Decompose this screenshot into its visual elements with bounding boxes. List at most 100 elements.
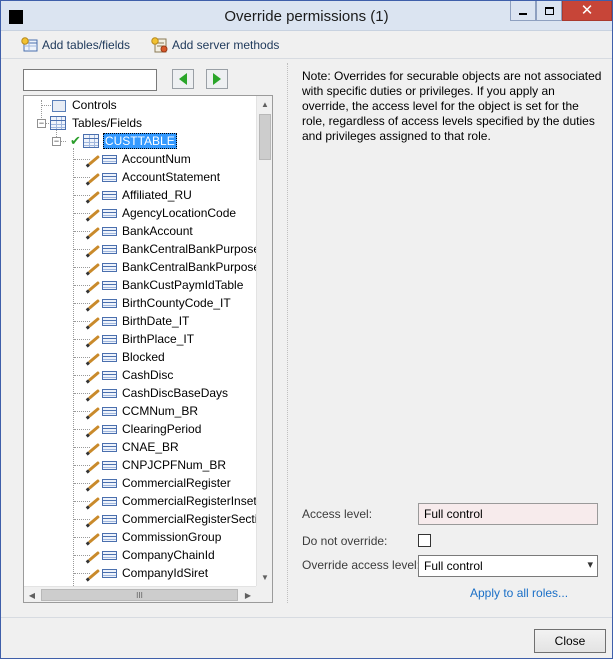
field-icon [88, 242, 118, 256]
tree-node-field[interactable]: CommissionGroup [88, 528, 223, 546]
tree-node-field[interactable]: AgencyLocationCode [88, 204, 238, 222]
field-label: Affiliated_RU [122, 188, 192, 202]
horizontal-scroll-thumb[interactable]: III [41, 589, 238, 601]
field-icon [88, 314, 118, 328]
tree-node-field[interactable]: AccountStatement [88, 168, 222, 186]
tree-node-controls[interactable]: Controls [50, 96, 119, 114]
field-label: CompanyIdSiret [122, 566, 209, 580]
field-icon [88, 350, 118, 364]
field-label: AccountStatement [122, 170, 221, 184]
title-bar: Override permissions (1) ✕ [1, 1, 612, 31]
tree-node-field[interactable]: Affiliated_RU [88, 186, 194, 204]
add-table-icon [21, 37, 39, 53]
field-label: AccountNum [122, 152, 191, 166]
vertical-scroll-thumb[interactable] [259, 114, 271, 160]
collapse-toggle[interactable]: − [52, 137, 61, 146]
close-button[interactable]: Close [534, 629, 606, 653]
tree-node-tables-fields[interactable]: Tables/Fields [50, 114, 144, 132]
field-icon [88, 494, 118, 508]
tree-node-field[interactable]: CommercialRegisterSecti [88, 510, 256, 528]
field-icon [88, 206, 118, 220]
add-server-methods-label: Add server methods [172, 38, 280, 52]
field-label: AgencyLocationCode [122, 206, 237, 220]
field-label: BirthCountyCode_IT [122, 296, 231, 310]
apply-to-all-roles-link[interactable]: Apply to all roles... [470, 586, 568, 600]
add-server-method-icon [151, 37, 169, 53]
tree-node-field[interactable]: CNPJCPFNum_BR [88, 456, 228, 474]
field-label: BankCentralBankPurpose [122, 242, 256, 256]
table-icon [82, 134, 99, 148]
scroll-down-icon[interactable]: ▼ [257, 569, 272, 586]
tree-node-field[interactable]: CommercialRegisterInset [88, 492, 256, 510]
minimize-button[interactable] [510, 1, 536, 21]
tree-node-field[interactable]: CNAE_BR [88, 438, 181, 456]
field-icon [88, 386, 118, 400]
tree-node-field[interactable]: CashDisc [88, 366, 175, 384]
chevron-down-icon: ▾ [587, 559, 593, 571]
tree-node-field[interactable]: CashDiscBaseDays [88, 384, 230, 402]
field-icon [88, 404, 118, 418]
pane-splitter[interactable] [287, 63, 288, 603]
do-not-override-checkbox[interactable] [418, 534, 431, 547]
tree-viewport: − − Controls Tables/Fields ✔ CUSTTABLE A… [24, 96, 256, 586]
scroll-left-icon[interactable]: ◀ [24, 587, 40, 602]
tree-node-field[interactable]: BankCentralBankPurpose [88, 240, 256, 258]
field-icon [88, 296, 118, 310]
field-label: CashDiscBaseDays [122, 386, 229, 400]
override-access-level-label: Override access level: [302, 558, 421, 572]
previous-button[interactable] [172, 69, 194, 89]
window-close-button[interactable]: ✕ [562, 1, 612, 21]
scroll-grip: III [136, 590, 143, 600]
tree-node-field[interactable]: ClearingPeriod [88, 420, 203, 438]
next-button[interactable] [206, 69, 228, 89]
do-not-override-label: Do not override: [302, 534, 388, 548]
arrow-right-icon [213, 73, 221, 85]
tree-node-label: CUSTTABLE [102, 133, 177, 149]
field-label: BirthDate_IT [122, 314, 190, 328]
field-icon [88, 548, 118, 562]
scroll-up-icon[interactable]: ▲ [257, 96, 272, 113]
collapse-toggle[interactable]: − [37, 119, 46, 128]
vertical-scrollbar[interactable]: ▲ ▼ [256, 96, 272, 586]
tree-node-field[interactable]: Blocked [88, 348, 167, 366]
field-label: BankAccount [122, 224, 193, 238]
tree-node-field[interactable]: CompanyIdSiret [88, 564, 210, 582]
field-label: CNPJCPFNum_BR [122, 458, 227, 472]
override-access-level-select[interactable]: Full control ▾ [418, 555, 598, 577]
field-icon [88, 530, 118, 544]
field-label: CompanyChainId [122, 548, 215, 562]
tree-node-field[interactable]: BankAccount [88, 222, 195, 240]
add-server-methods-button[interactable]: Add server methods [151, 36, 279, 54]
override-permissions-window: Override permissions (1) ✕ Add tables/fi… [0, 0, 613, 659]
tree-node-custtable[interactable]: ✔ CUSTTABLE [70, 132, 177, 150]
toolbar-divider [1, 58, 612, 59]
tree-node-field[interactable]: AccountNum [88, 150, 193, 168]
tree-search-input[interactable] [23, 69, 157, 91]
tree-node-field[interactable]: BirthDate_IT [88, 312, 191, 330]
tree-node-label: Controls [72, 98, 117, 112]
tree-node-field[interactable]: CCMNum_BR [88, 402, 200, 420]
field-icon [88, 368, 118, 382]
scrollbar-corner [256, 586, 272, 602]
controls-icon [50, 99, 66, 112]
add-tables-fields-button[interactable]: Add tables/fields [21, 36, 130, 54]
tree-node-field[interactable]: CommercialRegister [88, 474, 233, 492]
securable-objects-tree[interactable]: − − Controls Tables/Fields ✔ CUSTTABLE A… [23, 95, 273, 603]
field-label: CommercialRegisterInset [122, 494, 256, 508]
tree-node-field[interactable]: BirthPlace_IT [88, 330, 196, 348]
tree-node-field[interactable]: CompanyChainId [88, 546, 217, 564]
field-icon [88, 332, 118, 346]
tree-node-field[interactable]: BankCustPaymIdTable [88, 276, 245, 294]
toolbar: Add tables/fields Add server methods [1, 32, 612, 58]
tree-node-field[interactable]: BankCentralBankPurpose [88, 258, 256, 276]
field-icon [88, 170, 118, 184]
tree-node-field[interactable]: BirthCountyCode_IT [88, 294, 233, 312]
tables-icon [50, 116, 66, 130]
scroll-right-icon[interactable]: ▶ [240, 587, 256, 602]
maximize-button[interactable] [536, 1, 562, 21]
field-label: BankCustPaymIdTable [122, 278, 244, 292]
field-label: Blocked [122, 350, 165, 364]
field-label: CommercialRegister [122, 476, 231, 490]
arrow-left-icon [179, 73, 187, 85]
horizontal-scrollbar[interactable]: ◀ III ▶ [24, 586, 256, 602]
